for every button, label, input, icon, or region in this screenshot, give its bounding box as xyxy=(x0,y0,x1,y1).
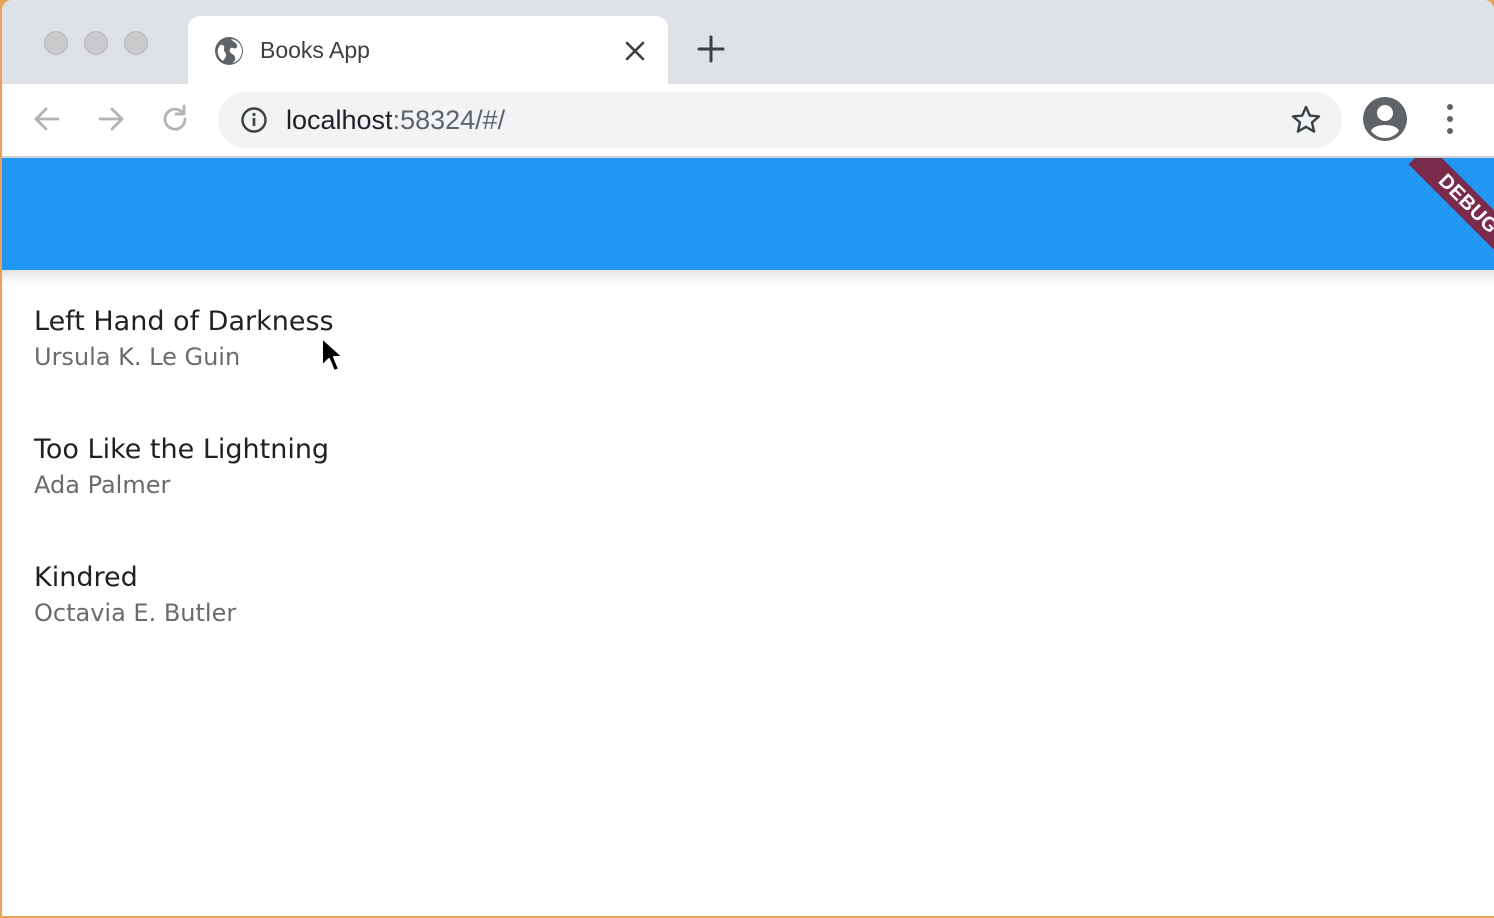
app-bar: DEBUG xyxy=(2,158,1494,270)
address-bar[interactable]: localhost:58324/#/ xyxy=(218,92,1342,148)
window-close-light[interactable] xyxy=(44,31,68,55)
list-item-book[interactable]: Kindred Octavia E. Butler xyxy=(34,542,634,652)
app-bar-shadow xyxy=(2,270,1494,286)
tab-title: Books App xyxy=(260,37,370,63)
list-item-book[interactable]: Too Like the Lightning Ada Palmer xyxy=(34,414,634,524)
url-text: localhost:58324/#/ xyxy=(286,105,505,135)
arrow-left-icon[interactable] xyxy=(30,102,64,136)
book-title: Left Hand of Darkness xyxy=(34,306,334,337)
url-path: :58324/#/ xyxy=(392,105,506,135)
star-icon[interactable] xyxy=(1290,104,1322,136)
close-icon[interactable] xyxy=(622,38,648,64)
book-author: Ada Palmer xyxy=(34,471,171,499)
kebab-menu-icon[interactable] xyxy=(1436,102,1464,136)
globe-icon xyxy=(215,37,243,65)
avatar-icon[interactable] xyxy=(1362,96,1408,142)
reload-icon[interactable] xyxy=(158,102,192,136)
window-minimize-light[interactable] xyxy=(84,31,108,55)
url-host: localhost xyxy=(286,105,393,135)
info-icon[interactable] xyxy=(240,106,268,134)
browser-tab-active[interactable]: Books App xyxy=(188,16,668,84)
tab-strip: Books App xyxy=(2,0,1494,84)
plus-icon[interactable] xyxy=(696,34,726,64)
browser-window: Books App localhost:58324/#/ DEBUG Left … xyxy=(2,0,1494,916)
window-zoom-light[interactable] xyxy=(124,31,148,55)
arrow-right-icon[interactable] xyxy=(94,102,128,136)
mouse-pointer-icon xyxy=(321,337,344,372)
browser-toolbar: localhost:58324/#/ xyxy=(2,84,1494,156)
book-author: Octavia E. Butler xyxy=(34,599,237,627)
book-title: Too Like the Lightning xyxy=(34,434,330,465)
debug-banner: DEBUG xyxy=(1408,158,1494,264)
book-title: Kindred xyxy=(34,562,138,593)
book-author: Ursula K. Le Guin xyxy=(34,343,241,371)
